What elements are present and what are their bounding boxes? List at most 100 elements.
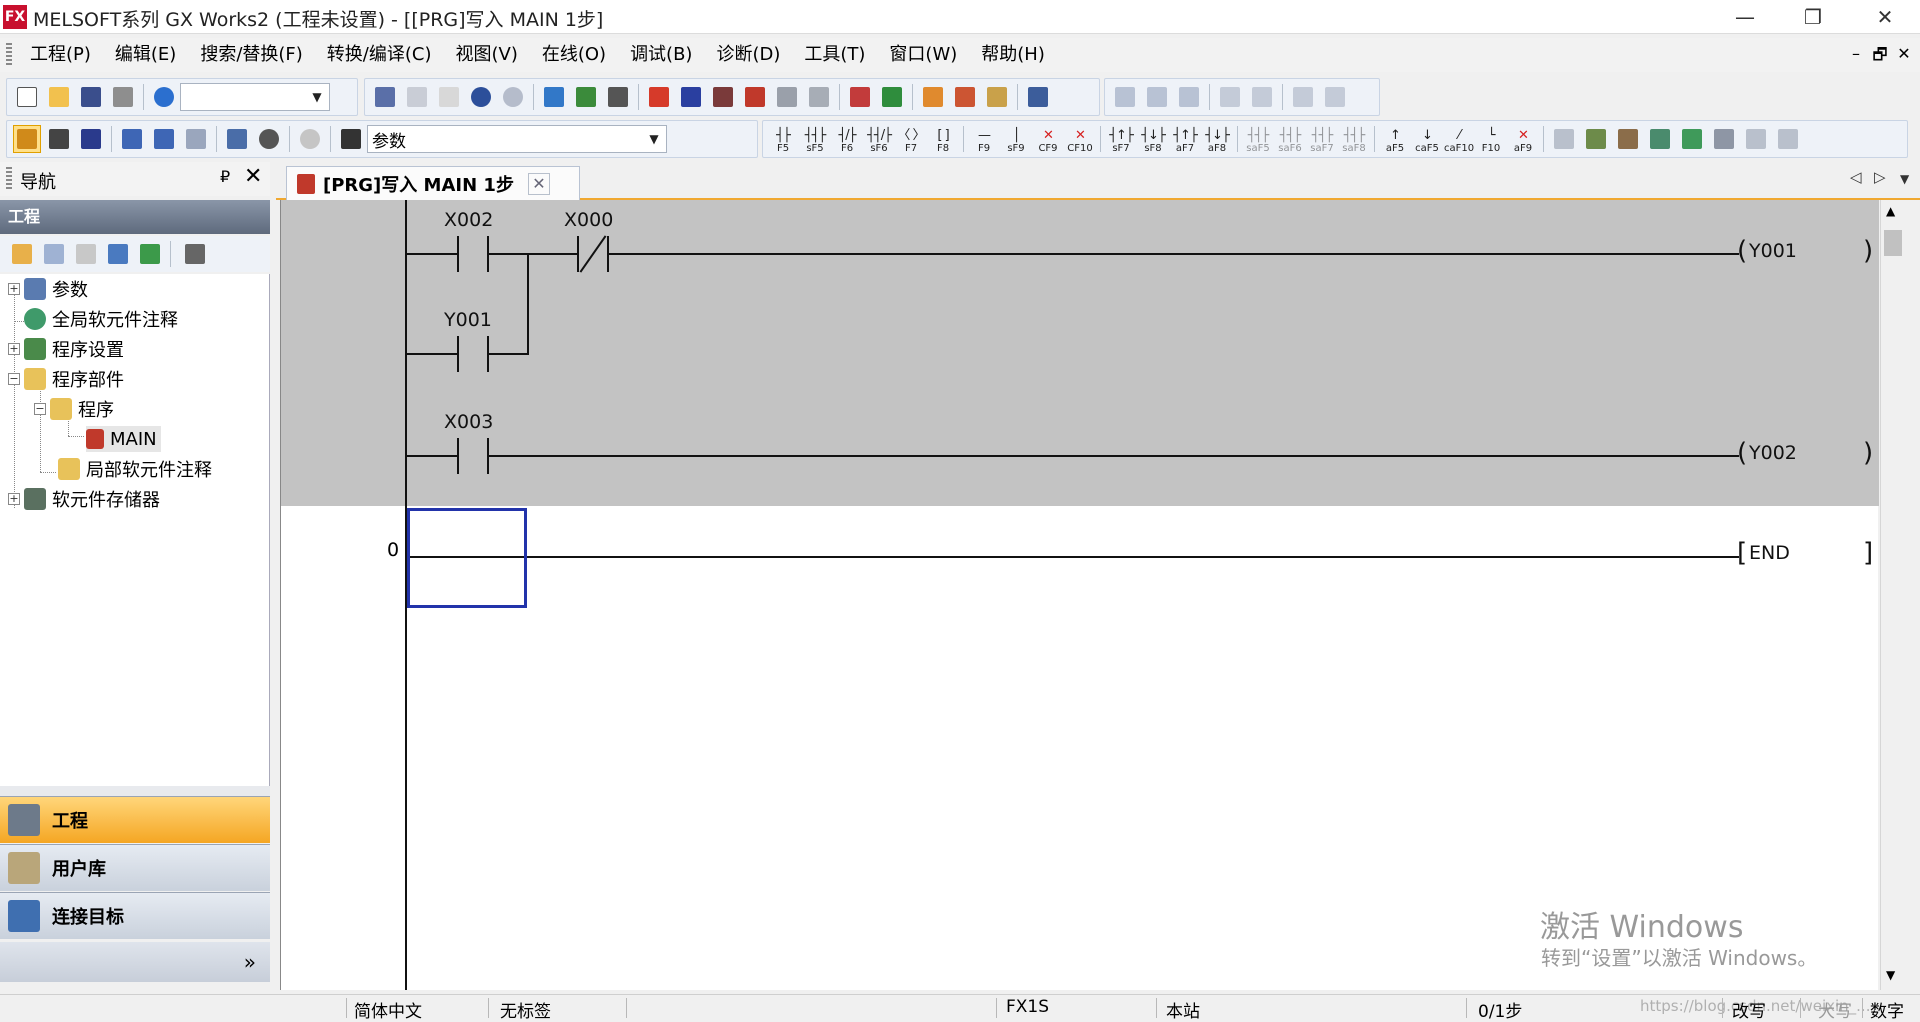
mdi-restore-button[interactable]: 🗗 (1868, 44, 1892, 71)
save-button[interactable] (77, 83, 105, 111)
device-search-button[interactable] (540, 83, 568, 111)
ladder-key-sf6-button[interactable]: ┤┤/├ sF6 (864, 123, 894, 155)
restore-button[interactable]: ❐ (1784, 0, 1842, 34)
end-instruction[interactable]: END (1749, 542, 1790, 564)
parts-button[interactable] (45, 125, 73, 153)
ladder-key-cf10-button[interactable]: ✕ CF10 (1065, 123, 1095, 155)
contact-no[interactable] (457, 438, 489, 474)
tree-item-params[interactable]: + 参数 (8, 276, 88, 302)
ladder-tool-4-button[interactable] (1646, 125, 1674, 153)
nav-paste-button[interactable] (72, 240, 100, 268)
ladder-key-af8-button[interactable]: ┤↓├ aF8 (1202, 123, 1232, 155)
verify-button[interactable] (709, 83, 737, 111)
tree-item-program[interactable]: − 程序 (34, 396, 114, 422)
close-button[interactable]: ✕ (1856, 0, 1914, 34)
ladder-key-af5-button[interactable]: ↑ aF5 (1380, 123, 1410, 155)
sfc-step-button[interactable] (1111, 83, 1139, 111)
monitor-stop-button[interactable] (773, 83, 801, 111)
nav-btn-user-library[interactable]: 用户库 (0, 844, 270, 891)
skip-button[interactable] (951, 83, 979, 111)
read-plc-button[interactable] (677, 83, 705, 111)
nav-btn-project[interactable]: 工程 (0, 796, 270, 843)
output-button[interactable] (77, 125, 105, 153)
find-device-button[interactable] (255, 125, 283, 153)
ladder-key-sf7-button[interactable]: ┤↑├ sF7 (1106, 123, 1136, 155)
expand-icon[interactable]: + (8, 493, 20, 505)
coil-label[interactable]: Y002 (1749, 442, 1797, 464)
menu-grip[interactable] (6, 43, 12, 67)
menu-tool[interactable]: 工具(T) (792, 38, 877, 72)
step-run-button[interactable] (919, 83, 947, 111)
scroll-up-icon[interactable]: ▲ (1886, 204, 1895, 218)
pin-icon[interactable]: ₽ (220, 167, 230, 186)
nav-toggle-button[interactable] (13, 125, 41, 153)
undo-button[interactable] (467, 83, 495, 111)
sfc-diagram-button[interactable] (1289, 83, 1317, 111)
nav-options-button[interactable] (177, 240, 213, 268)
nav-grip[interactable] (6, 167, 12, 191)
write-plc-button[interactable] (645, 83, 673, 111)
copy-button[interactable] (403, 83, 431, 111)
batch-monitor-button[interactable] (805, 83, 833, 111)
ladder-key-sf5-button[interactable]: ┤┤├ sF5 (800, 123, 830, 155)
ladder-tool-8-button[interactable] (1774, 125, 1802, 153)
ladder-key-f9-button[interactable]: — F9 (969, 123, 999, 155)
chevron-down-icon[interactable]: ▼ (307, 86, 327, 108)
edit-cursor[interactable] (407, 508, 527, 608)
ladder-key-cf9-button[interactable]: ✕ CF9 (1033, 123, 1063, 155)
redo-button[interactable] (499, 83, 527, 111)
menu-debug[interactable]: 调试(B) (618, 38, 704, 72)
dev-note-button[interactable] (182, 125, 210, 153)
tree-item-program-settings[interactable]: + 程序设置 (8, 336, 124, 362)
ladder-key-f10-button[interactable]: └ F10 (1476, 123, 1506, 155)
menu-diagnostics[interactable]: 诊断(D) (704, 38, 792, 72)
tree-item-device-memory[interactable]: + 软元件存储器 (8, 486, 160, 512)
menu-online[interactable]: 在线(O) (530, 38, 618, 72)
ladder-key-af9-button[interactable]: ✕ aF9 (1508, 123, 1538, 155)
ladder-tool-3-button[interactable] (1614, 125, 1642, 153)
coil-label[interactable]: Y001 (1749, 240, 1797, 262)
tab-prev-button[interactable]: ◁ (1850, 168, 1862, 186)
menu-window[interactable]: 窗口(W) (877, 38, 969, 72)
device-combo[interactable]: ▼ (180, 83, 330, 111)
paste-button[interactable] (435, 83, 463, 111)
collapse-icon[interactable]: − (8, 373, 20, 385)
tree-item-main[interactable]: MAIN (86, 426, 161, 452)
tree-item-pou[interactable]: − 程序部件 (8, 366, 124, 392)
ladder-tool-2-button[interactable] (1582, 125, 1610, 153)
sfc-branch-button[interactable] (1175, 83, 1203, 111)
tab-menu-button[interactable]: ▼ (1900, 172, 1909, 186)
tab-close-button[interactable]: ✕ (527, 172, 550, 195)
scroll-down-icon[interactable]: ▼ (1886, 968, 1895, 982)
scroll-thumb[interactable] (1884, 230, 1902, 256)
ladder-key-saf7-button[interactable]: ┤┤├ saF7 (1307, 123, 1337, 155)
cut-button[interactable] (371, 83, 399, 111)
dev-statement-button[interactable] (150, 125, 178, 153)
find-button[interactable] (337, 125, 365, 153)
replace-button[interactable] (572, 83, 600, 111)
ladder-key-caf5-button[interactable]: ↓ caF5 (1412, 123, 1442, 155)
nav-refresh-button[interactable] (136, 240, 164, 268)
nav-property-button[interactable] (104, 240, 132, 268)
chevron-down-icon[interactable]: ▼ (644, 128, 664, 150)
ladder-key-saf5-button[interactable]: ┤┤├ saF5 (1243, 123, 1273, 155)
nav-btn-connection[interactable]: 连接目标 (0, 892, 270, 939)
sfc-transition-button[interactable] (1143, 83, 1171, 111)
nav-splitter[interactable] (0, 786, 270, 796)
sfc-comment-button[interactable] (1248, 83, 1276, 111)
ladder-key-saf6-button[interactable]: ┤┤├ saF6 (1275, 123, 1305, 155)
cross-ref-button[interactable] (604, 83, 632, 111)
ladder-key-f5-button[interactable]: ┤├ F5 (768, 123, 798, 155)
expand-icon[interactable]: + (8, 283, 20, 295)
dev-comment-button[interactable] (118, 125, 146, 153)
tab-next-button[interactable]: ▷ (1874, 168, 1886, 186)
nav-new-data-button[interactable] (8, 240, 36, 268)
print-button[interactable] (109, 83, 137, 111)
ladder-key-f7-button[interactable]: 〈 〉 F7 (896, 123, 926, 155)
mdi-close-button[interactable]: ✕ (1892, 44, 1916, 63)
nav-copy-button[interactable] (40, 240, 68, 268)
ladder-key-af7-button[interactable]: ┤↑├ aF7 (1170, 123, 1200, 155)
menu-project[interactable]: 工程(P) (18, 38, 103, 72)
mdi-minimize-button[interactable]: – (1844, 44, 1868, 63)
ladder-key-saf8-button[interactable]: ┤┤├ saF8 (1339, 123, 1369, 155)
